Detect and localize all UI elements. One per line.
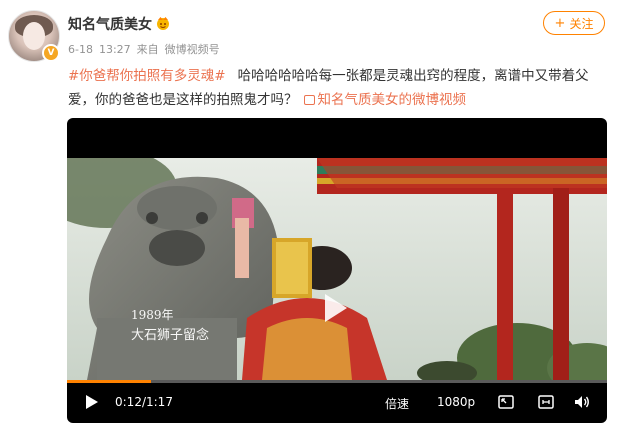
time-display: 0:12/1:17 [115, 395, 173, 409]
post-content: #你爸帮你拍照有多灵魂# 哈哈哈哈哈哈每一张都是灵魂出窍的程度，离谱中又带着父爱，… [68, 64, 608, 112]
caption-year: 1989年 [131, 308, 174, 322]
topic-link[interactable]: #你爸帮你拍照有多灵魂# [68, 68, 226, 84]
volume-icon[interactable] [574, 394, 590, 410]
source-prefix: 来自 [136, 43, 159, 56]
video-link-icon [303, 95, 315, 105]
progress-fill [67, 380, 152, 383]
resolution-button[interactable]: 1080p [437, 395, 475, 409]
video-link[interactable]: 知名气质美女的微博视频 [303, 92, 467, 108]
avatar-face [23, 22, 45, 50]
follow-label: 关注 [569, 16, 594, 31]
progress-bar[interactable] [67, 380, 607, 383]
video-frame[interactable]: 1989年 大石狮子留念 [67, 158, 607, 380]
follow-button[interactable]: + 关注 [543, 11, 605, 35]
widescreen-icon[interactable] [538, 394, 554, 410]
verified-badge: V [42, 44, 60, 62]
video-frame-art [67, 158, 607, 380]
post-meta: 6-18 13:27 来自 微博视频号 [68, 41, 226, 57]
video-player[interactable]: 1989年 大石狮子留念 0:12/1:17 倍速 1080p [67, 118, 607, 423]
video-link-label: 知名气质美女的微博视频 [317, 92, 467, 108]
username[interactable]: 知名气质美女 [68, 14, 152, 34]
current-time: 0:12 [115, 395, 142, 409]
post-time[interactable]: 13:27 [99, 43, 131, 56]
pip-icon[interactable] [498, 394, 514, 410]
plus-icon: + [554, 15, 566, 31]
play-icon[interactable] [85, 394, 99, 410]
vip-crown-icon [157, 17, 169, 30]
speed-button[interactable]: 倍速 [385, 395, 409, 412]
caption-text: 大石狮子留念 [131, 328, 210, 343]
duration: 1:17 [146, 395, 173, 409]
post-date[interactable]: 6-18 [68, 43, 93, 56]
post-source[interactable]: 微博视频号 [165, 43, 220, 56]
player-controls: 0:12/1:17 倍速 1080p [67, 380, 607, 423]
center-play-icon[interactable] [313, 288, 353, 328]
